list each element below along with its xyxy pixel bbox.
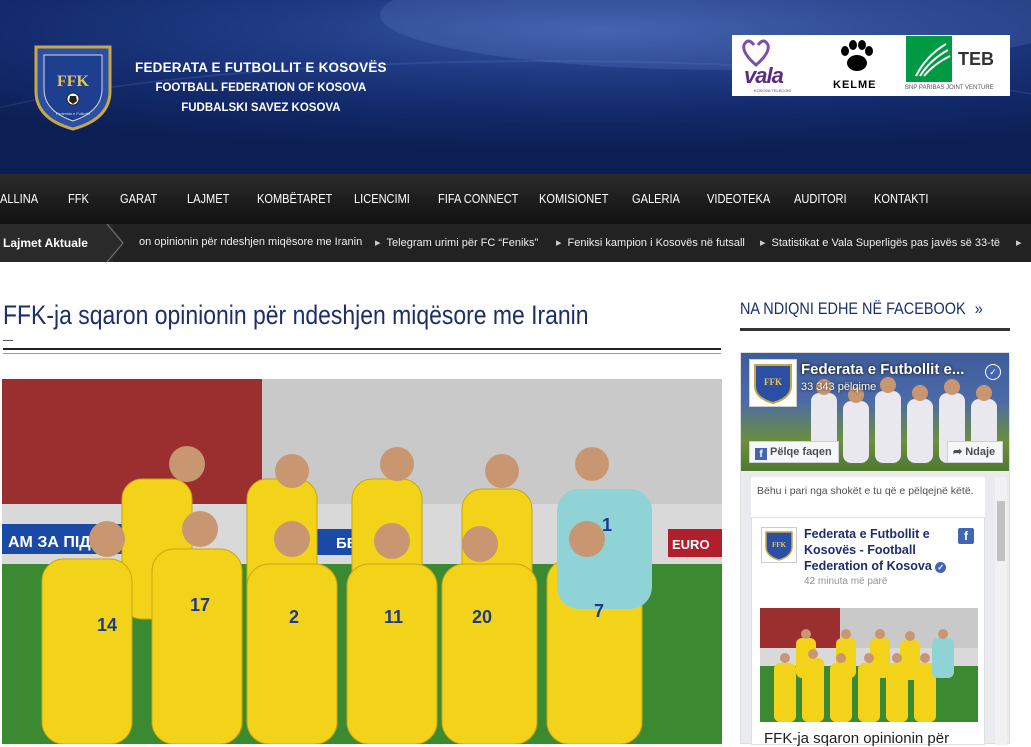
photo-banner-left: АМ ЗА ПІДТ [8, 534, 101, 551]
shirt-number: 11 [384, 607, 403, 627]
nav-item-videoteka[interactable]: VIDEOTEKA [707, 174, 770, 224]
avatar-badge-text: FFK [764, 377, 782, 387]
shirt-number: 14 [97, 615, 117, 635]
ticker-item-text: Statistikat e Vala Superligës pas javës … [771, 237, 1001, 249]
title-small-underline [3, 340, 13, 341]
fb-like-page-button[interactable]: f Pëlqe faqen [749, 441, 839, 463]
nav-item-galeria[interactable]: GALERIA [632, 174, 680, 224]
logo-ring-text: Federata e Futbollit [56, 111, 91, 116]
nav-item-auditori[interactable]: AUDITORI [794, 174, 847, 224]
fb-post-author[interactable]: Federata e Futbollit e Kosovës - Footbal… [804, 526, 954, 574]
fb-like-page-label: Pëlqe faqen [770, 446, 832, 458]
fb-page-avatar[interactable]: FFK [749, 359, 797, 407]
article-team-photo[interactable]: АМ ЗА ПІДТ ББЫ EURO 14 17 2 [2, 379, 722, 744]
ticker-item[interactable]: on opinionin për ndeshjen miqësore me Ir… [139, 236, 362, 248]
fb-feed-scrollbar-thumb[interactable] [997, 501, 1005, 561]
sponsor-kelme[interactable]: KELME [817, 35, 897, 96]
facebook-icon[interactable]: f [958, 528, 974, 544]
fb-feed-scrollbar[interactable] [995, 477, 1007, 745]
facebook-f-icon: f [755, 448, 767, 460]
ffk-avatar-icon: FFK [754, 364, 792, 405]
nav-item-lajmet[interactable]: LAJMET [187, 174, 229, 224]
post-avatar-badge-text: FFK [772, 541, 787, 549]
vala-sub: KOSOVA TELECOM [754, 88, 791, 93]
teb-icon [906, 36, 952, 82]
shirt-number: 2 [289, 607, 299, 627]
fb-post-avatar[interactable]: FFK [761, 527, 797, 563]
nav-item-kontakti[interactable]: KONTAKTI [874, 174, 928, 224]
shirt-number: 1 [602, 515, 612, 535]
fb-page-name[interactable]: Federata e Futbollit e... [801, 361, 964, 378]
federation-name-sr: FUDBALSKI SAVEZ KOSOVA [181, 102, 341, 114]
ticker-item-text: on opinionin për ndeshjen miqësore me Ir… [139, 236, 363, 248]
nav-item-licencimi[interactable]: LICENCIMI [354, 174, 410, 224]
fb-post: FFK Federata e Futbollit e Kosovës - Foo… [751, 517, 985, 747]
sponsor-vala[interactable]: vala KOSOVA TELECOM [732, 35, 817, 96]
ffk-post-avatar-icon: FFK [765, 531, 793, 561]
fb-post-time[interactable]: 42 minuta më parë [804, 576, 887, 587]
fb-share-label: Ndaje [965, 446, 996, 458]
ticker-item-text: Telegram urimi për FC “Feniks” [386, 237, 539, 249]
ticker-item[interactable]: ▸ Feniksi kampion i Kosovës në futsall [556, 236, 745, 249]
ticker-chevron-icon [103, 224, 125, 262]
federation-name-block: FEDERATA E FUTBOLLIT E KOSOVËS FOOTBALL … [135, 58, 387, 118]
kelme-label: KELME [833, 79, 877, 91]
photo-banner-right: EURO [672, 537, 710, 552]
fb-cover-photo[interactable]: FFK Federata e Futbollit e... ✓ 33 343 p… [741, 353, 1009, 471]
ticker-item-next[interactable]: ▸ [1016, 236, 1028, 249]
nav-item-kombetaret[interactable]: KOMBËTARET [257, 174, 332, 224]
nav-item-fifa-connect[interactable]: FIFA CONNECT [438, 174, 518, 224]
share-arrow-icon: ➦ [953, 446, 963, 458]
sponsors-banner: vala KOSOVA TELECOM KELME TEB BNP PARIBA… [732, 35, 1010, 96]
logo-badge-text: FFK [57, 73, 90, 90]
fb-share-button[interactable]: ➦ Ndaje [947, 441, 1003, 463]
news-ticker: Lajmet Aktuale on opinionin për ndeshjen… [0, 224, 1031, 262]
facebook-heading-rule [740, 328, 1010, 331]
verified-icon: ✓ [935, 562, 947, 573]
ticker-item[interactable]: ▸ Statistikat e Vala Superligës pas javës… [760, 236, 1000, 249]
nav-item-ffk[interactable]: FFK [68, 174, 89, 224]
teb-label: TEB [958, 49, 994, 69]
main-nav: ALLINA FFK GARAT LAJMET KOMBËTARET LICEN… [0, 174, 1031, 224]
fb-like-count: 33 343 pëlqime [801, 381, 877, 393]
verified-icon: ✓ [985, 364, 1001, 380]
facebook-heading-text: NA NDIQNI EDHE NË FACEBOOK [740, 299, 966, 318]
nav-item-allina[interactable]: ALLINA [0, 174, 38, 224]
fb-friends-text: Bëhu i pari nga shokët e tu që e pëlqejn… [757, 485, 974, 497]
facebook-page-widget: FFK Federata e Futbollit e... ✓ 33 343 p… [740, 352, 1010, 747]
ticker-item[interactable]: ▸ Telegram urimi për FC “Feniks” [375, 236, 538, 249]
ffk-logo[interactable]: FFK Federata e Futbollit [30, 41, 116, 131]
shirt-number: 20 [472, 607, 492, 627]
fb-post-caption[interactable]: FFK-ja sqaron opinionin për [764, 730, 949, 747]
federation-name-sq: FEDERATA E FUTBOLLIT E KOSOVËS [135, 60, 387, 75]
shirt-number: 17 [190, 595, 210, 615]
fb-post-image[interactable] [760, 608, 978, 722]
federation-name-en: FOOTBALL FEDERATION OF KOSOVA [155, 82, 367, 94]
site-header: FFK Federata e Futbollit FEDERATA E FUTB… [0, 0, 1031, 174]
ticker-item-text: Feniksi kampion i Kosovës në futsall [567, 237, 745, 249]
fb-post-author-text: Federata e Futbollit e Kosovës - Footbal… [804, 527, 932, 573]
shirt-number: 7 [594, 601, 604, 621]
article-title[interactable]: FFK-ja sqaron opinionin për ndeshjen miq… [3, 300, 589, 331]
nav-item-komisionet[interactable]: KOMISIONET [539, 174, 608, 224]
nav-item-garat[interactable]: GARAT [120, 174, 157, 224]
teb-sub: BNP PARIBAS JOINT VENTURE [905, 85, 994, 91]
title-divider [3, 348, 721, 354]
double-chevron-right-icon: » [974, 299, 983, 318]
fb-post-photo-illustration [760, 608, 978, 722]
facebook-section-heading: NA NDIQNI EDHE NË FACEBOOK » [740, 299, 983, 319]
team-photo-illustration: АМ ЗА ПІДТ ББЫ EURO 14 17 2 [2, 379, 722, 744]
ticker-label: Lajmet Aktuale [0, 224, 113, 262]
vala-label: vala [744, 63, 784, 88]
